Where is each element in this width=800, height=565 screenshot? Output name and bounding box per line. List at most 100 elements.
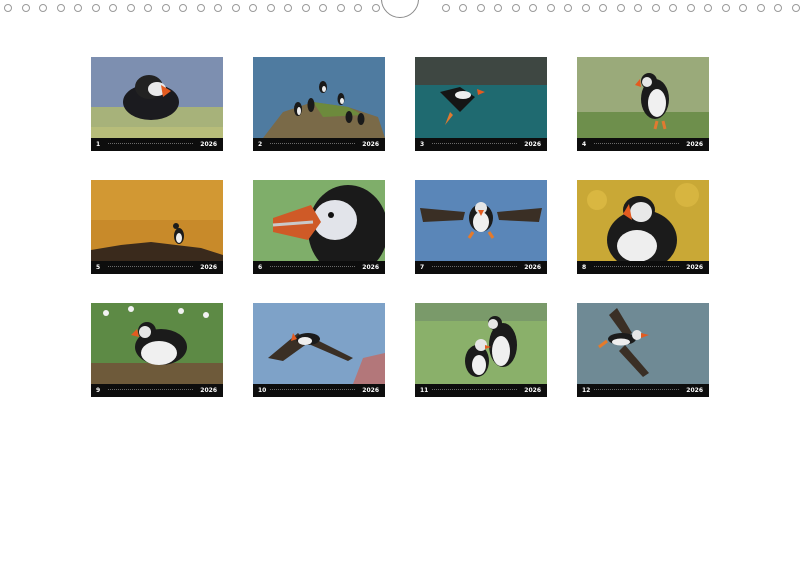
binding-ring xyxy=(774,4,782,12)
caption-bar: 11 2026 xyxy=(415,384,547,397)
binding-ring xyxy=(336,4,345,12)
binding-ring xyxy=(791,4,800,12)
month-number: 3 xyxy=(420,141,425,148)
binding-ring xyxy=(634,4,642,12)
binding-ring xyxy=(616,4,625,12)
binding-ring xyxy=(144,4,152,12)
binding-ring xyxy=(564,4,572,12)
year-label: 2026 xyxy=(200,141,217,148)
photo-month-3 xyxy=(415,57,547,138)
binding-ring xyxy=(371,4,380,12)
month-tile-11: 11 2026 xyxy=(415,303,547,398)
caption-bar: 5 2026 xyxy=(91,261,223,274)
caption-bar: 3 2026 xyxy=(415,138,547,151)
binding-ring xyxy=(21,4,30,12)
photo-month-12 xyxy=(577,303,709,384)
day-strip xyxy=(270,266,355,270)
binding-ring xyxy=(74,4,82,12)
month-number: 5 xyxy=(96,264,101,271)
year-label: 2026 xyxy=(524,141,541,148)
caption-bar: 7 2026 xyxy=(415,261,547,274)
binding-ring xyxy=(476,4,485,12)
photo-month-10 xyxy=(253,303,385,384)
binding-ring xyxy=(756,4,765,12)
month-tile-5: 5 2026 xyxy=(91,180,223,275)
binding-ring xyxy=(599,4,607,12)
day-strip xyxy=(108,389,193,393)
year-label: 2026 xyxy=(686,264,703,271)
binding-ring xyxy=(231,4,240,12)
binding-ring xyxy=(459,4,467,12)
month-number: 9 xyxy=(96,387,101,394)
day-strip xyxy=(432,266,517,270)
day-strip xyxy=(432,389,517,393)
month-tile-4: 4 2026 xyxy=(577,57,709,152)
day-strip xyxy=(270,143,355,147)
binding-ring xyxy=(39,4,47,12)
month-number: 2 xyxy=(258,141,263,148)
binding-ring xyxy=(196,4,205,12)
month-number: 10 xyxy=(258,387,267,394)
year-label: 2026 xyxy=(686,141,703,148)
month-tile-10: 10 2026 xyxy=(253,303,385,398)
binding-ring xyxy=(91,4,100,12)
binding-ring xyxy=(651,4,660,12)
day-strip xyxy=(432,143,517,147)
caption-bar: 1 2026 xyxy=(91,138,223,151)
year-label: 2026 xyxy=(200,387,217,394)
binding-ring xyxy=(686,4,695,12)
binding-ring xyxy=(266,4,275,12)
caption-bar: 12 2026 xyxy=(577,384,709,397)
day-strip xyxy=(108,143,193,147)
month-tile-2: 2 2026 xyxy=(253,57,385,152)
caption-bar: 9 2026 xyxy=(91,384,223,397)
binding-ring xyxy=(284,4,292,12)
binding-ring xyxy=(494,4,502,12)
binding-ring xyxy=(581,4,590,12)
caption-bar: 8 2026 xyxy=(577,261,709,274)
year-label: 2026 xyxy=(362,264,379,271)
year-label: 2026 xyxy=(686,387,703,394)
binding-ring xyxy=(669,4,677,12)
month-number: 12 xyxy=(582,387,591,394)
photo-month-5 xyxy=(91,180,223,261)
photo-month-11 xyxy=(415,303,547,384)
month-tile-1: 1 2026 xyxy=(91,57,223,152)
month-number: 7 xyxy=(420,264,425,271)
caption-bar: 10 2026 xyxy=(253,384,385,397)
day-strip xyxy=(108,266,193,270)
photo-month-6 xyxy=(253,180,385,261)
binding-ring xyxy=(161,4,170,12)
binding-ring xyxy=(704,4,712,12)
month-number: 1 xyxy=(96,141,101,148)
binding-ring xyxy=(4,4,12,12)
binding-ring xyxy=(441,4,450,12)
photo-month-4 xyxy=(577,57,709,138)
month-tile-7: 7 2026 xyxy=(415,180,547,275)
caption-bar: 6 2026 xyxy=(253,261,385,274)
binding-ring xyxy=(214,4,222,12)
photo-month-7 xyxy=(415,180,547,261)
binding-ring xyxy=(249,4,257,12)
day-strip xyxy=(594,389,679,393)
binding-ring xyxy=(179,4,187,12)
binding-ring xyxy=(354,4,362,12)
month-tile-6: 6 2026 xyxy=(253,180,385,275)
binding-ring xyxy=(319,4,327,12)
day-strip xyxy=(594,266,679,270)
day-strip xyxy=(270,389,355,393)
binding-ring xyxy=(546,4,555,12)
month-tile-12: 12 2026 xyxy=(577,303,709,398)
day-strip xyxy=(594,143,679,147)
month-number: 6 xyxy=(258,264,263,271)
photo-month-2 xyxy=(253,57,385,138)
binding-ring xyxy=(529,4,537,12)
photo-month-1 xyxy=(91,57,223,138)
year-label: 2026 xyxy=(200,264,217,271)
year-label: 2026 xyxy=(524,387,541,394)
month-number: 8 xyxy=(582,264,587,271)
binding-ring xyxy=(739,4,747,12)
month-tile-3: 3 2026 xyxy=(415,57,547,152)
photo-month-8 xyxy=(577,180,709,261)
caption-bar: 4 2026 xyxy=(577,138,709,151)
